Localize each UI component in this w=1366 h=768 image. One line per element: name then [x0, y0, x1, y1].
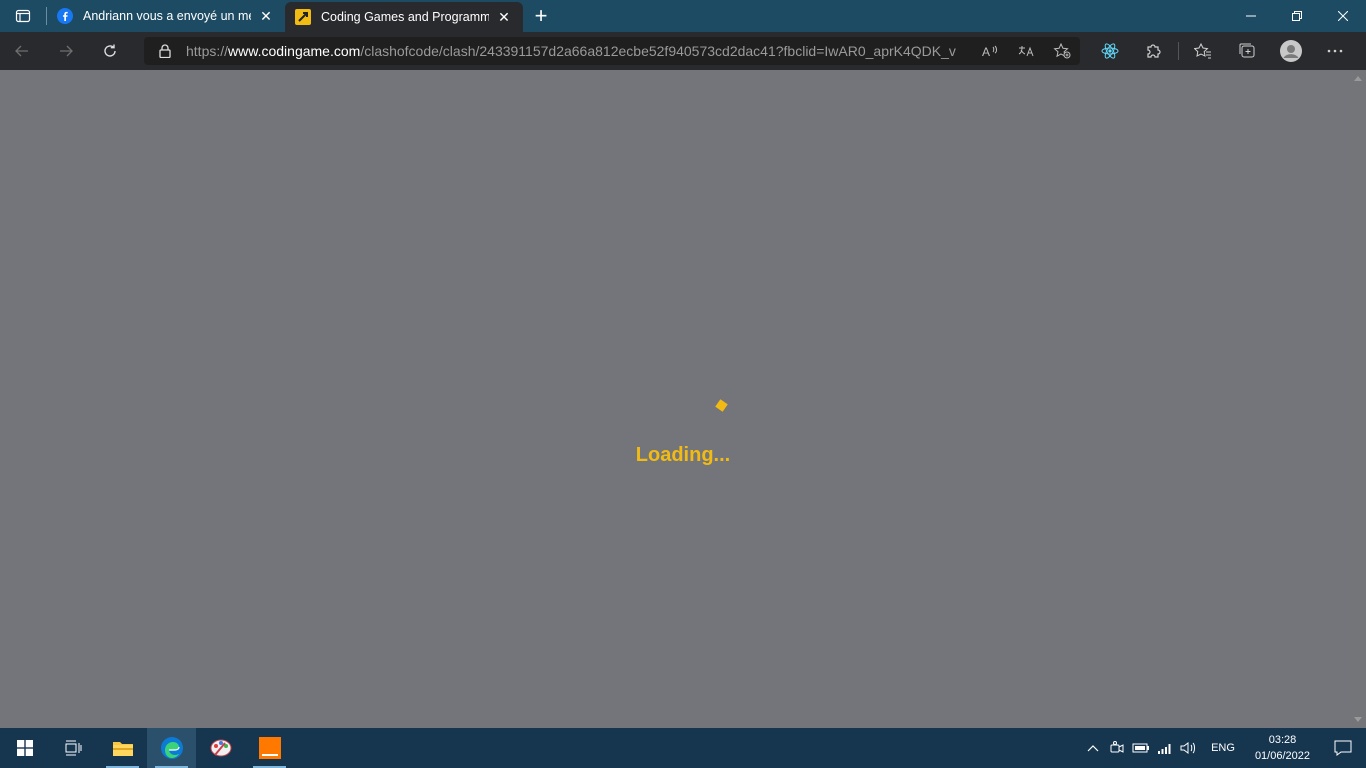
edge-icon [160, 737, 183, 759]
network-signal-icon[interactable] [1153, 728, 1177, 768]
react-icon [1101, 43, 1119, 59]
notifications-button[interactable] [1320, 728, 1366, 768]
new-tab-button[interactable]: + [523, 0, 559, 32]
add-favorite-icon[interactable] [1044, 37, 1080, 65]
favorites-icon [1194, 43, 1211, 59]
start-button[interactable] [0, 728, 49, 768]
favorites-button[interactable] [1181, 32, 1225, 70]
windows-taskbar: ENG 03:28 01/06/2022 [0, 728, 1366, 768]
system-tray: ENG 03:28 01/06/2022 [1081, 728, 1366, 768]
orange-app-icon [258, 737, 281, 759]
url-host: www.codingame.com [228, 43, 361, 59]
notification-icon [1334, 740, 1352, 756]
lock-icon[interactable] [144, 44, 186, 58]
loading-spinner-icon [715, 399, 728, 412]
paint-button[interactable] [196, 728, 245, 768]
tab-title: Andriann vous a envoyé un mess [83, 9, 251, 23]
task-view-icon [65, 740, 81, 756]
react-devtools-extension-button[interactable] [1088, 32, 1132, 70]
page-content: Loading... [0, 70, 1366, 728]
tab-title: Coding Games and Programming [321, 10, 489, 24]
scroll-up-icon[interactable] [1354, 76, 1362, 81]
collections-button[interactable] [1225, 32, 1269, 70]
url-scheme: https:// [186, 43, 229, 59]
loading-text: Loading... [635, 444, 731, 466]
settings-menu-button[interactable] [1313, 32, 1357, 70]
read-aloud-icon[interactable]: A [972, 37, 1008, 65]
clock-date: 01/06/2022 [1254, 750, 1310, 762]
tab-facebook[interactable]: Andriann vous a envoyé un mess ✕ [47, 0, 285, 32]
url-path: /clashofcode/clash/243391157d2a66a812ecb… [360, 43, 956, 59]
tab-codingame[interactable]: Coding Games and Programming ✕ [285, 2, 523, 32]
browser-toolbar: https://www.codingame.com/clashofcode/cl… [0, 32, 1366, 70]
tab-close-icon[interactable]: ✕ [495, 8, 513, 26]
url-text: https://www.codingame.com/clashofcode/cl… [186, 43, 956, 59]
minimize-icon [1246, 15, 1256, 17]
puzzle-icon [1147, 44, 1161, 58]
facebook-icon [57, 8, 73, 24]
restore-icon [1292, 11, 1302, 21]
vertical-scrollbar[interactable] [1350, 70, 1366, 728]
arrow-right-icon [60, 45, 73, 57]
volume-icon[interactable] [1177, 728, 1201, 768]
profile-button[interactable] [1269, 32, 1313, 70]
clock-time: 03:28 [1268, 734, 1297, 746]
browser-tab-bar: Andriann vous a envoyé un mess ✕ Coding … [0, 0, 1366, 32]
paint-icon [210, 739, 231, 757]
close-icon [1338, 11, 1348, 21]
collections-icon [1239, 43, 1255, 58]
input-language[interactable]: ENG [1201, 742, 1245, 754]
chevron-up-icon [1087, 745, 1099, 752]
forward-button[interactable] [44, 32, 88, 70]
orange-app-button[interactable] [245, 728, 294, 768]
tab-actions-icon [15, 9, 31, 23]
arrow-left-icon [15, 45, 28, 57]
task-view-button[interactable] [49, 728, 98, 768]
address-bar[interactable]: https://www.codingame.com/clashofcode/cl… [144, 37, 1080, 65]
meet-now-icon[interactable] [1105, 728, 1129, 768]
minimize-button[interactable] [1228, 0, 1274, 32]
battery-icon[interactable] [1129, 728, 1153, 768]
file-explorer-button[interactable] [98, 728, 147, 768]
close-window-button[interactable] [1320, 0, 1366, 32]
codingame-icon [295, 9, 311, 25]
more-horizontal-icon [1327, 49, 1343, 53]
show-hidden-icons-button[interactable] [1081, 728, 1105, 768]
refresh-button[interactable] [88, 32, 132, 70]
start-icon [16, 740, 33, 756]
scroll-down-icon[interactable] [1354, 717, 1362, 722]
restore-button[interactable] [1274, 0, 1320, 32]
tab-actions-button[interactable] [0, 0, 46, 32]
tab-close-icon[interactable]: ✕ [257, 7, 275, 25]
file-explorer-icon [112, 742, 133, 756]
translate-icon[interactable] [1008, 37, 1044, 65]
back-button[interactable] [0, 32, 44, 70]
clock[interactable]: 03:28 01/06/2022 [1245, 732, 1320, 764]
window-controls [1228, 0, 1366, 32]
plus-icon: + [534, 3, 548, 28]
extensions-button[interactable] [1132, 32, 1176, 70]
refresh-icon [104, 44, 116, 57]
toolbar-separator [1178, 42, 1179, 60]
edge-taskbar-button[interactable] [147, 728, 196, 768]
svg-text:A: A [982, 45, 990, 58]
avatar [1280, 40, 1302, 62]
